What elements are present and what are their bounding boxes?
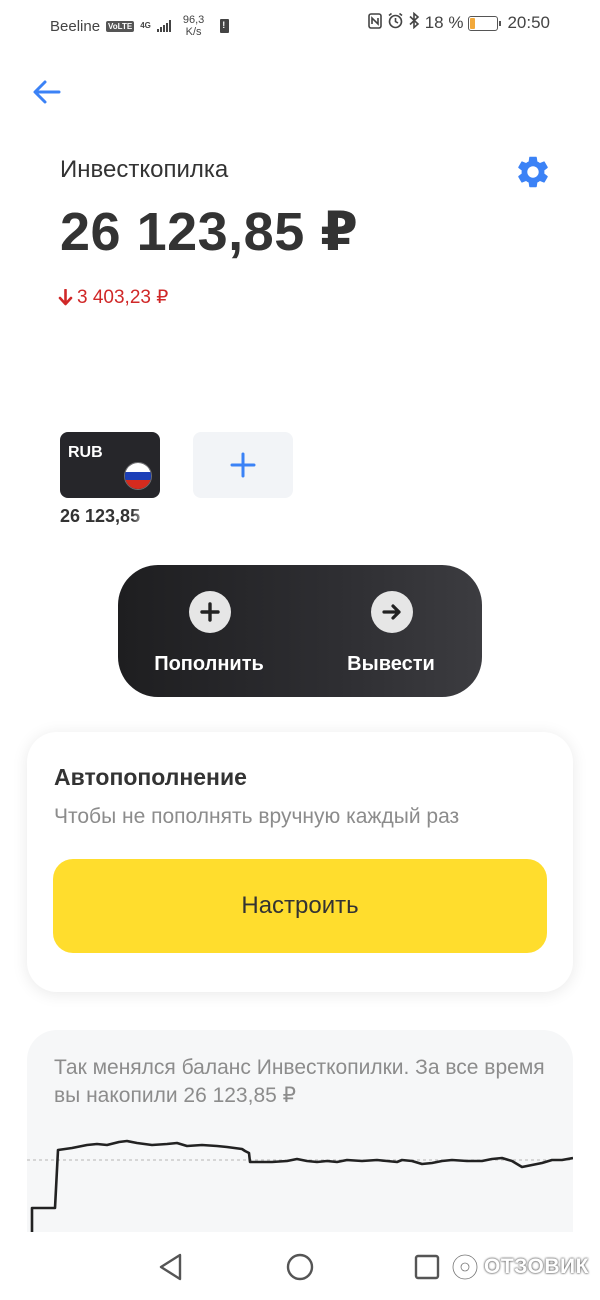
plus-icon xyxy=(230,452,256,478)
arrow-left-icon xyxy=(33,80,61,104)
nav-recents-button[interactable] xyxy=(410,1250,444,1284)
currency-amount: 26 123,85 xyxy=(60,506,150,527)
plus-circle-icon xyxy=(189,591,231,633)
speed-value: 96,3 xyxy=(182,14,205,26)
volte-badge: VoLTE xyxy=(106,20,135,32)
nfc-icon xyxy=(367,12,382,34)
speed-unit: K/s xyxy=(185,26,202,38)
carrier-name: Beeline xyxy=(50,17,101,35)
arrow-right-circle-icon xyxy=(371,591,413,633)
network-type: 4G xyxy=(140,21,151,30)
watermark-logo: ОТЗОВИК xyxy=(450,1252,589,1282)
battery-fill xyxy=(470,17,476,29)
russia-flag-icon xyxy=(124,462,152,490)
battery-icon xyxy=(468,15,502,31)
back-button[interactable] xyxy=(30,75,64,109)
gear-icon xyxy=(518,156,548,188)
page-title: Инвесткопилка xyxy=(60,156,229,183)
circle-home-icon xyxy=(286,1253,314,1281)
arrow-down-icon xyxy=(58,289,73,306)
withdraw-button[interactable]: Вывести xyxy=(300,565,482,697)
watermark-text: ОТЗОВИК xyxy=(484,1255,589,1278)
clock: 20:50 xyxy=(507,13,550,32)
balance-history-card: Так менялся баланс Инвесткопилки. За все… xyxy=(27,1030,573,1240)
setup-button[interactable]: Настроить xyxy=(53,859,547,953)
balance-change-value: 3 403,23 ₽ xyxy=(77,287,169,308)
actions-panel: Пополнить Вывести xyxy=(118,565,482,697)
settings-button[interactable] xyxy=(514,153,552,191)
bluetooth-icon xyxy=(409,11,420,34)
autorefill-card: Автопополнение Чтобы не пополнять вручну… xyxy=(27,732,573,992)
add-currency-button[interactable] xyxy=(193,432,293,498)
signal-icon xyxy=(156,20,171,32)
status-left: Beeline VoLTE 4G 96,3 K/s xyxy=(50,14,230,38)
withdraw-label: Вывести xyxy=(347,653,435,675)
autorefill-title: Автопополнение xyxy=(54,764,247,790)
square-recents-icon xyxy=(414,1254,440,1280)
autorefill-subtitle: Чтобы не пополнять вручную каждый раз xyxy=(54,805,460,828)
deposit-button[interactable]: Пополнить xyxy=(118,565,300,697)
currency-card-rub[interactable]: RUB xyxy=(60,432,160,498)
triangle-back-icon xyxy=(159,1253,182,1281)
nav-home-button[interactable] xyxy=(283,1250,317,1284)
status-bar: Beeline VoLTE 4G 96,3 K/s 18 % 20:50 xyxy=(0,0,600,46)
deposit-label: Пополнить xyxy=(154,653,264,675)
currency-code: RUB xyxy=(68,444,103,461)
balance-amount: 26 123,85 ₽ xyxy=(60,202,359,262)
network-speed: 96,3 K/s xyxy=(183,14,204,38)
watermark-icon xyxy=(451,1253,479,1281)
balance-change: 3 403,23 ₽ xyxy=(58,286,168,309)
battery-percent: 18 % xyxy=(424,13,464,32)
sim-alert-icon xyxy=(220,19,230,33)
balance-history-text: Так менялся баланс Инвесткопилки. За все… xyxy=(54,1056,545,1107)
alarm-icon xyxy=(387,12,404,34)
balance-line xyxy=(30,1139,573,1232)
nav-back-button[interactable] xyxy=(154,1250,188,1284)
balance-history-chart xyxy=(27,1139,573,1232)
status-right: 18 % 20:50 xyxy=(367,11,550,34)
